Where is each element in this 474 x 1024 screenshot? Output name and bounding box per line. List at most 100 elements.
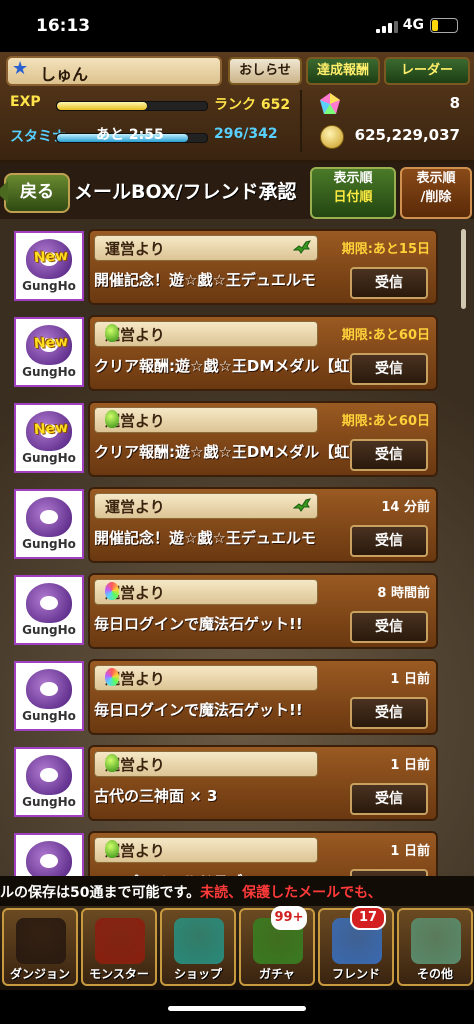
back-button[interactable]: 戻る: [0, 173, 70, 213]
ticker-text-1: ルの保存は50通まで可能です。: [0, 885, 201, 901]
mail-subject: 古代の三神面 × 3: [94, 787, 218, 805]
mail-sender: 運営より: [94, 579, 318, 605]
nav-monster[interactable]: モンスター: [81, 908, 157, 986]
rank-text: ランク 652: [214, 97, 291, 113]
magic-stone-icon: [320, 93, 340, 114]
sort-order-button[interactable]: 表示順 日付順: [310, 167, 396, 219]
brand-label: GungHo: [22, 537, 76, 551]
sort-delete-button[interactable]: 表示順 /削除: [400, 167, 472, 219]
battery-icon: [430, 18, 458, 33]
coin-icon: [320, 125, 344, 149]
stamina-timer: あと 2:55: [96, 127, 164, 143]
nav-label: モンスター: [89, 967, 149, 981]
mail-list[interactable]: New GungHo 運営より 期限:あと15日 開催記念！遊☆戯☆王デュエルモ 受信 Ne…: [0, 219, 474, 876]
coin-count: 625,229,037: [354, 126, 460, 144]
radar-button[interactable]: レーダー: [384, 57, 470, 85]
mail-sender: 運営より: [94, 837, 318, 863]
sender-avatar: GungHo: [14, 747, 84, 817]
receive-button[interactable]: 受信: [350, 439, 428, 471]
receive-button[interactable]: 受信: [350, 869, 428, 876]
mail-status: 1 日前: [390, 844, 430, 859]
dragon-icon: [293, 498, 311, 512]
header-divider: [300, 90, 302, 152]
mail-item[interactable]: New GungHo 運営より 期限:あと15日 開催記念！遊☆戯☆王デュエルモ 受信: [12, 227, 438, 305]
page-title: メールBOX/フレンド承認: [74, 181, 297, 203]
nav-label: ショップ: [173, 967, 222, 981]
receive-button[interactable]: 受信: [350, 525, 428, 557]
mail-subject: 開催記念！遊☆戯☆王デュエルモ: [94, 529, 316, 547]
green-egg-icon: [105, 324, 119, 342]
info-ticker: ルの保存は50通まで可能です。未読、保護したメールでも、: [0, 876, 474, 906]
mail-sender: 運営より: [94, 751, 318, 777]
other-icon: [411, 918, 461, 964]
rainbow-egg-icon: [105, 582, 119, 600]
sender-avatar: GungHo: [14, 661, 84, 731]
nav-other[interactable]: その他: [397, 908, 473, 986]
brand-label: GungHo: [22, 709, 76, 723]
exp-label: EXP: [10, 94, 41, 110]
sender-avatar: GungHo: [14, 489, 84, 559]
mail-status: 1 日前: [390, 758, 430, 773]
mail-subject: 毎日ログインで魔法石ゲット!!: [94, 615, 303, 633]
receive-button[interactable]: 受信: [350, 353, 428, 385]
green-egg-icon: [105, 410, 119, 428]
mail-sender: 運営より: [94, 235, 318, 261]
ticker-text-2: 未読、保護したメールでも、: [200, 885, 382, 901]
achievements-button[interactable]: 達成報酬: [306, 57, 380, 85]
mail-status: 14 分前: [381, 500, 430, 515]
sender-avatar: New GungHo: [14, 403, 84, 473]
rainbow-egg-icon: [105, 668, 119, 686]
mail-status: 8 時間前: [377, 586, 430, 601]
network-label: 4G: [402, 17, 424, 33]
receive-button[interactable]: 受信: [350, 697, 428, 729]
mail-item[interactable]: GungHo 運営より 8 時間前毎日ログインで魔法石ゲット!! 受信: [12, 571, 438, 649]
mail-status: 期限:あと60日: [341, 328, 430, 343]
nav-shop[interactable]: ショップ: [160, 908, 236, 986]
mail-item[interactable]: New GungHo 運営より 期限:あと60日クリア報酬:遊☆戯☆王DMメダル【虹】…: [12, 313, 438, 391]
mail-subject: 毎日ログインで魔法石ゲット!!: [94, 701, 303, 719]
nav-label: フレンド: [331, 967, 380, 981]
mail-subject: クリア報酬:遊☆戯☆王DMメダル【虹】: [94, 443, 360, 461]
sort-value: 日付順: [333, 190, 373, 205]
news-button[interactable]: おしらせ: [228, 57, 302, 85]
dungeon-icon: [16, 918, 66, 964]
nav-friend[interactable]: 17 フレンド: [318, 906, 394, 986]
brand-label: GungHo: [22, 623, 76, 637]
gungho-logo-icon: [26, 841, 72, 876]
brand-label: GungHo: [22, 795, 76, 809]
nav-badge: 99+: [271, 906, 307, 930]
player-name-box[interactable]: ★ しゅん: [6, 56, 222, 86]
nav-gacha[interactable]: 99+ ガチャ: [239, 906, 315, 986]
gungho-logo-icon: [26, 755, 72, 795]
gungho-logo-icon: [26, 583, 72, 623]
scrollbar[interactable]: [461, 229, 466, 309]
player-header: ★ しゅん おしらせ 達成報酬 レーダー EXP ランク 652 スタミナ あと…: [0, 52, 474, 163]
sender-label: 運営より: [105, 240, 165, 258]
brand-label: GungHo: [22, 279, 76, 293]
mail-status: 1 日前: [390, 672, 430, 687]
sort-label: 表示順: [333, 171, 373, 186]
mail-subject: クリア報酬:遊☆戯☆王DMメダル【虹】: [94, 357, 360, 375]
mail-sender: 運営より: [94, 321, 318, 347]
nav-label: その他: [416, 967, 453, 981]
bottom-nav: ダンジョン モンスター ショップ 99+ ガチャ 17 フレンド その他: [0, 906, 474, 990]
brand-label: GungHo: [22, 451, 76, 465]
status-time: 16:13: [36, 16, 91, 36]
brand-label: GungHo: [22, 365, 76, 379]
nav-badge: 17: [350, 906, 386, 930]
mail-subject: 開催記念！遊☆戯☆王デュエルモ: [94, 271, 316, 289]
green-egg-icon: [105, 754, 119, 772]
sender-avatar: GungHo: [14, 575, 84, 645]
mail-item[interactable]: GungHo 運営より 1 日前 毎日ログインで魔法石ゲット!! 受信: [12, 657, 438, 735]
receive-button[interactable]: 受信: [350, 783, 428, 815]
nav-label: ダンジョン: [9, 967, 70, 981]
receive-button[interactable]: 受信: [350, 611, 428, 643]
mail-item[interactable]: GungHo運営より1 日前スーパーノエルドラゴン × 5受信: [12, 829, 438, 876]
mail-item[interactable]: GungHo 運営より 1 日前古代の三神面 × 3 受信: [12, 743, 438, 821]
signal-icon: [376, 21, 398, 33]
receive-button[interactable]: 受信: [350, 267, 428, 299]
mail-item[interactable]: GungHo 運営より 14 分前 開催記念！遊☆戯☆王デュエルモ 受信: [12, 485, 438, 563]
nav-dungeon[interactable]: ダンジョン: [2, 908, 78, 986]
mail-item[interactable]: New GungHo 運営より 期限:あと60日 クリア報酬:遊☆戯☆王DMメダル【虹】…: [12, 399, 438, 477]
sender-avatar: New GungHo: [14, 317, 84, 387]
